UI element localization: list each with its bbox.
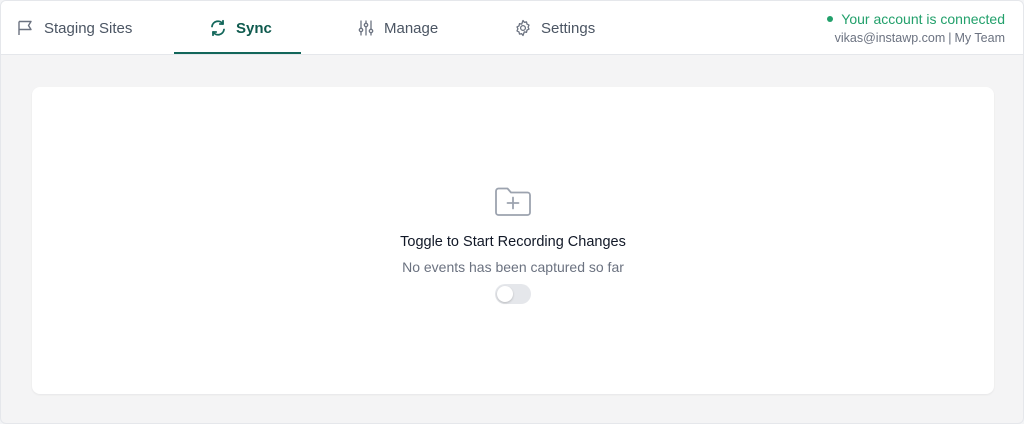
recording-toggle[interactable] [495,284,531,304]
tab-label: Sync [236,19,272,37]
tab-label: Settings [541,19,596,37]
tab-label: Staging Sites [44,19,133,37]
account-email[interactable]: vikas@instawp.com [835,31,946,45]
tab-settings[interactable]: Settings [513,1,595,55]
empty-state-title: Toggle to Start Recording Changes [400,234,626,250]
sync-icon [208,18,228,38]
tab-staging-sites[interactable]: Staging Sites [16,1,132,55]
empty-state: Toggle to Start Recording Changes No eve… [32,185,994,309]
account-separator: | [948,31,952,45]
account-status: Your account is connected vikas@instawp.… [827,11,1005,45]
sync-panel: Toggle to Start Recording Changes No eve… [32,87,994,394]
team-link[interactable]: My Team [955,31,1005,45]
tab-manage[interactable]: Manage [356,1,438,55]
folder-plus-icon [493,185,533,219]
gear-icon [513,18,533,38]
empty-state-subtitle: No events has been captured so far [402,259,624,275]
tab-label: Manage [384,19,439,37]
top-navigation: Staging Sites Sync Manage Settings Your … [1,1,1023,55]
sliders-icon [356,18,376,38]
active-tab-indicator [174,52,301,54]
app-frame: Staging Sites Sync Manage Settings Your … [0,0,1024,424]
status-dot-icon [827,16,834,22]
account-info: vikas@instawp.com | My Team [827,31,1005,45]
toggle-knob [497,286,513,302]
connection-status: Your account is connected [827,11,1005,27]
tab-sync[interactable]: Sync [208,1,272,55]
connection-status-text: Your account is connected [841,11,1005,27]
flag-icon [16,18,36,38]
